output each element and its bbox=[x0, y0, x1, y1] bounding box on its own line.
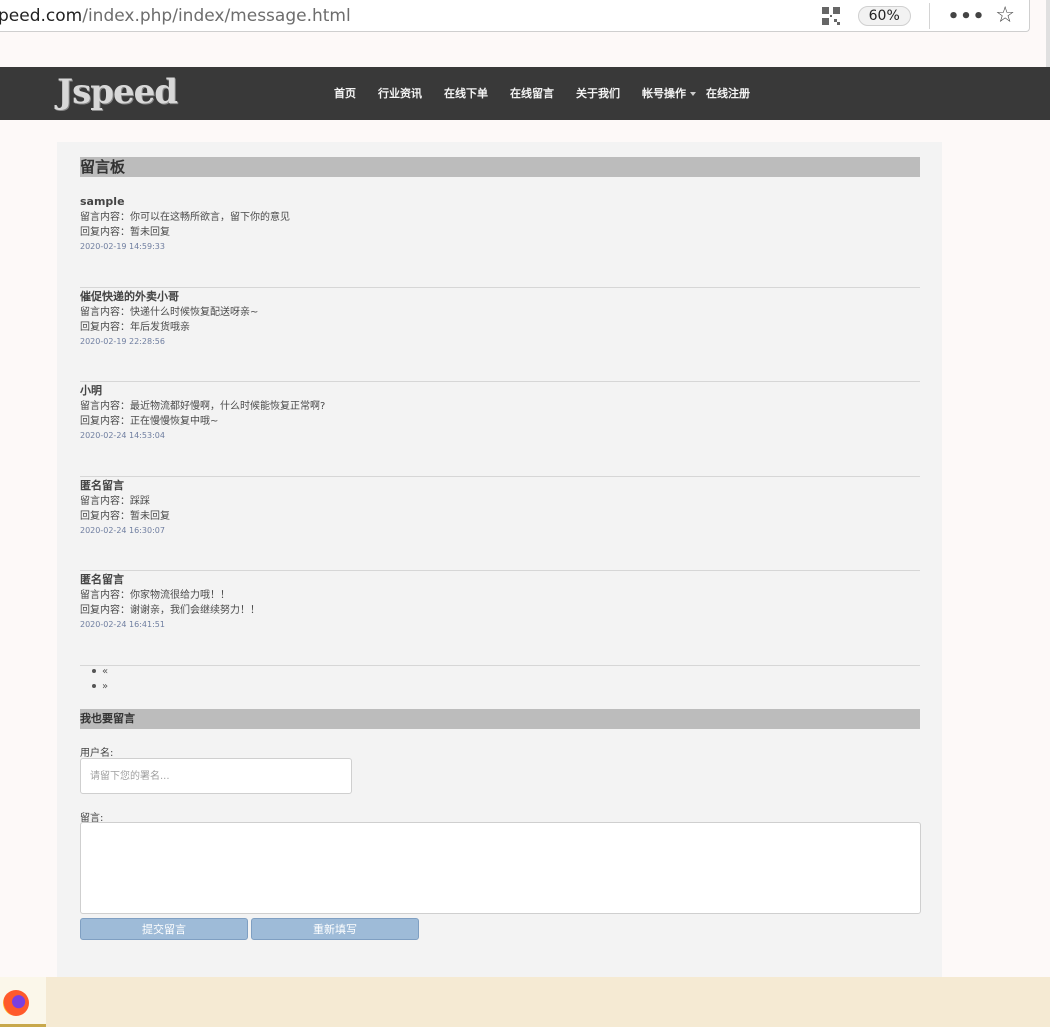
site-header: Jspeed 首页 行业资讯 在线下单 在线留言 关于我们 帐号操作 在线注册 bbox=[0, 67, 1050, 120]
url-bar-actions: 60% ••• ☆ bbox=[821, 3, 1015, 29]
message-content: 留言内容：踩踩 bbox=[80, 495, 150, 507]
nav-item-register[interactable]: 在线注册 bbox=[706, 85, 750, 101]
message-author: 催促快递的外卖小哥 bbox=[80, 289, 179, 303]
username-label: 用户名: bbox=[80, 748, 114, 759]
message-author: 匿名留言 bbox=[80, 573, 124, 587]
nav-item-message[interactable]: 在线留言 bbox=[510, 85, 554, 101]
message-reply: 回复内容：暂未回复 bbox=[80, 227, 170, 238]
message-item: 催促快递的外卖小哥 留言内容：快递什么时候恢复配送呀亲~ 回复内容：年后发货哦亲… bbox=[80, 288, 920, 383]
username-input[interactable] bbox=[80, 758, 352, 794]
nav-item-news[interactable]: 行业资讯 bbox=[378, 85, 422, 101]
message-time: 2020-02-19 22:28:56 bbox=[80, 336, 165, 346]
pagination: « » bbox=[92, 664, 108, 694]
reset-form-button[interactable]: 重新填写 bbox=[251, 918, 419, 940]
nav-item-about[interactable]: 关于我们 bbox=[576, 85, 620, 101]
message-content: 留言内容：最近物流都好慢啊，什么时候能恢复正常啊? bbox=[80, 401, 326, 413]
message-textarea[interactable] bbox=[80, 822, 921, 914]
message-time: 2020-02-24 16:41:51 bbox=[80, 620, 165, 630]
nav-item-account[interactable]: 帐号操作 bbox=[642, 85, 696, 101]
nav-item-account-label: 帐号操作 bbox=[642, 87, 686, 100]
more-actions-icon[interactable]: ••• bbox=[948, 6, 986, 27]
message-board-panel: 留言板 sample 留言内容：你可以在这畅所欲言，留下你的意见 回复内容：暂未… bbox=[57, 142, 942, 982]
message-item: 小明 留言内容：最近物流都好慢啊，什么时候能恢复正常啊? 回复内容：正在慢慢恢复… bbox=[80, 382, 920, 477]
message-reply: 回复内容：谢谢亲，我们会继续努力！！ bbox=[80, 605, 260, 617]
message-item: 匿名留言 留言内容：你家物流很给力哦！！ 回复内容：谢谢亲，我们会继续努力！！ … bbox=[80, 571, 920, 666]
pager-prev-label: « bbox=[102, 666, 109, 677]
message-item: 匿名留言 留言内容：踩踩 回复内容：暂未回复 2020-02-24 16:30:… bbox=[80, 477, 920, 572]
site-logo[interactable]: Jspeed bbox=[57, 72, 178, 112]
message-time: 2020-02-24 14:53:04 bbox=[80, 431, 165, 441]
main-nav: 首页 行业资讯 在线下单 在线留言 关于我们 帐号操作 在线注册 bbox=[334, 85, 772, 101]
submit-message-button[interactable]: 提交留言 bbox=[80, 918, 248, 940]
nav-item-home[interactable]: 首页 bbox=[334, 85, 356, 101]
message-content: 留言内容：你家物流很给力哦！！ bbox=[80, 590, 230, 602]
message-reply: 回复内容：暂未回复 bbox=[80, 510, 170, 522]
message-author: 匿名留言 bbox=[80, 478, 124, 492]
message-author: 小明 bbox=[80, 384, 102, 398]
url-host: peed.com bbox=[0, 5, 83, 26]
message-list: sample 留言内容：你可以在这畅所欲言，留下你的意见 回复内容：暂未回复 2… bbox=[80, 193, 920, 666]
message-content: 留言内容：快递什么时候恢复配送呀亲~ bbox=[80, 306, 259, 318]
pager-next-label: » bbox=[102, 681, 109, 692]
url-path: /index.php/index/message.html bbox=[82, 5, 351, 26]
form-title: 我也要留言 bbox=[80, 709, 920, 729]
firefox-icon[interactable] bbox=[3, 990, 29, 1016]
message-time: 2020-02-19 14:59:33 bbox=[80, 242, 165, 251]
window-edge bbox=[1046, 0, 1050, 70]
url-bar-divider bbox=[928, 3, 930, 29]
message-reply: 回复内容：年后发货哦亲 bbox=[80, 321, 190, 333]
message-item: sample 留言内容：你可以在这畅所欲言，留下你的意见 回复内容：暂未回复 2… bbox=[80, 193, 920, 288]
bookmark-star-icon[interactable]: ☆ bbox=[995, 5, 1015, 27]
message-author: sample bbox=[80, 195, 125, 208]
zoom-level-badge[interactable]: 60% bbox=[857, 6, 911, 26]
url-text[interactable]: peed.com/index.php/index/message.html bbox=[0, 6, 351, 26]
message-content: 留言内容：你可以在这畅所欲言，留下你的意见 bbox=[80, 212, 290, 223]
caret-down-icon bbox=[690, 92, 696, 96]
pager-prev[interactable]: « bbox=[92, 664, 108, 679]
taskbar bbox=[0, 977, 1050, 1027]
message-reply: 回复内容：正在慢慢恢复中哦~ bbox=[80, 416, 219, 428]
nav-item-order[interactable]: 在线下单 bbox=[444, 85, 488, 101]
pager-next[interactable]: » bbox=[92, 679, 108, 694]
taskbar-app-slot[interactable] bbox=[0, 977, 46, 1027]
qr-code-icon[interactable] bbox=[821, 7, 840, 25]
browser-url-bar[interactable]: peed.com/index.php/index/message.html 60… bbox=[0, 0, 1030, 32]
board-title: 留言板 bbox=[80, 157, 920, 177]
message-time: 2020-02-24 16:30:07 bbox=[80, 525, 165, 535]
